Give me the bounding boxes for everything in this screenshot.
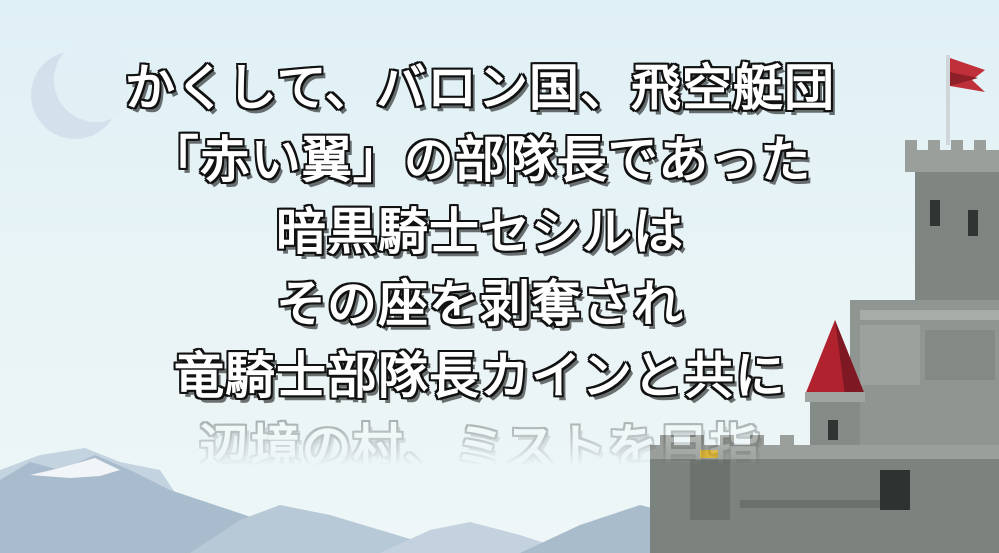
story-line-fading: 辺境の村、ミストを目指 (199, 418, 761, 478)
game-scene: かくして、バロン国、飛空艇団 「赤い翼」の部隊長であった 暗黒騎士セシルは その… (0, 0, 999, 553)
story-text: かくして、バロン国、飛空艇団 「赤い翼」の部隊長であった 暗黒騎士セシルは その… (0, 52, 960, 484)
story-line: 竜騎士部隊長カインと共に (173, 346, 786, 406)
story-line: かくして、バロン国、飛空艇団 (124, 58, 835, 118)
story-line: 「赤い翼」の部隊長であった (148, 130, 812, 190)
story-line: 暗黒騎士セシルは (275, 202, 684, 262)
story-line: その座を剥奪され (275, 274, 684, 334)
